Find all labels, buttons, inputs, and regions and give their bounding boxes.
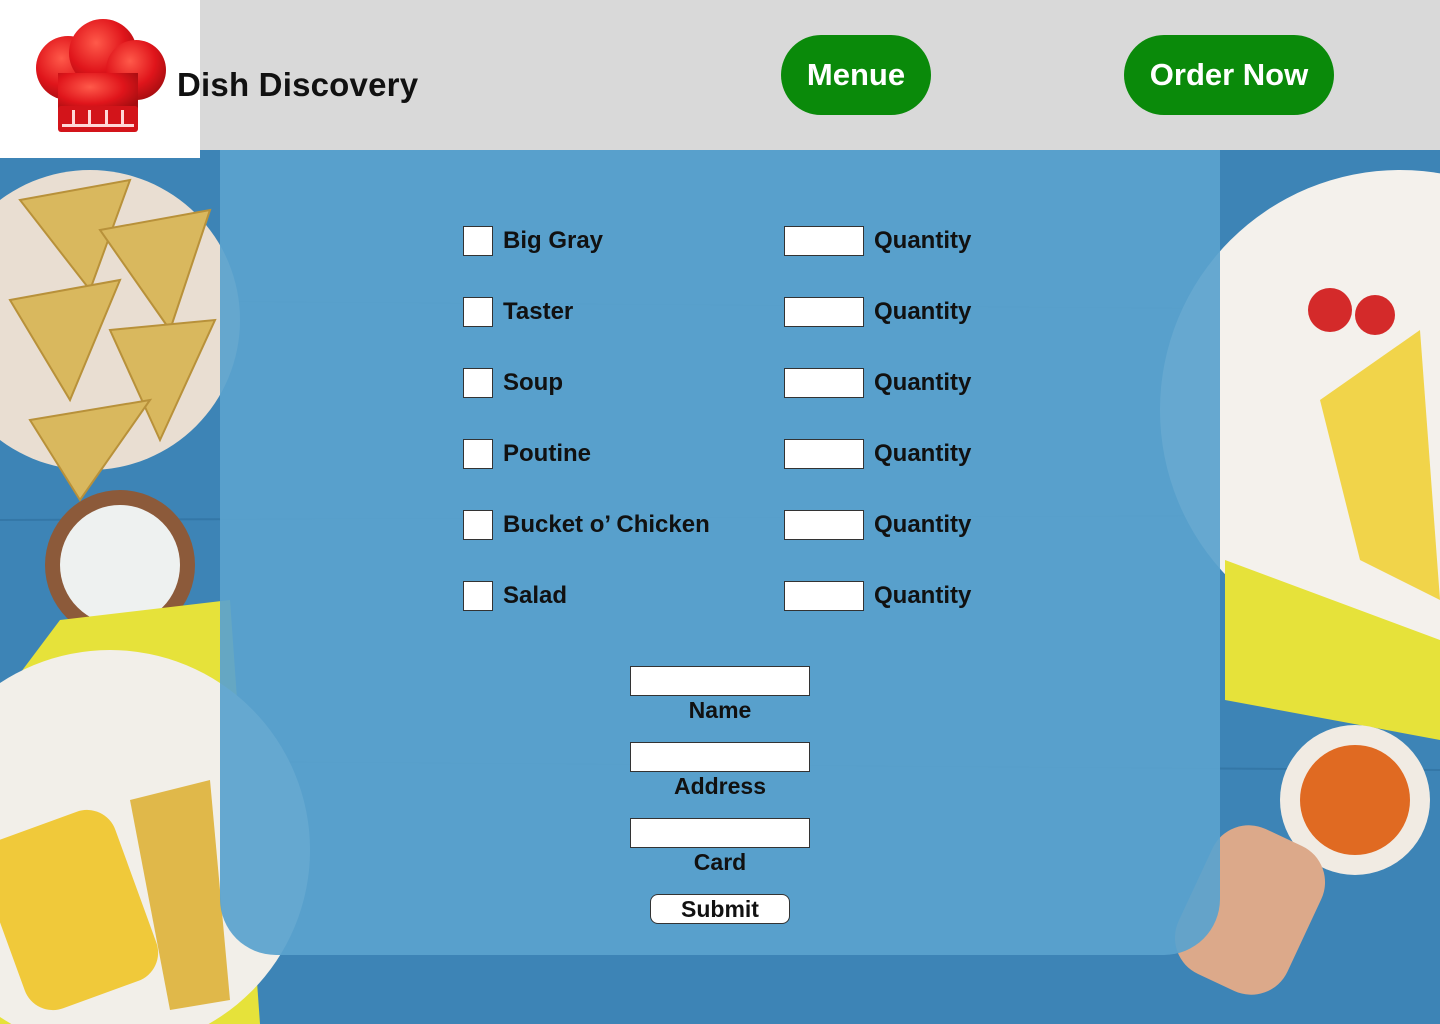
card-field[interactable] [630, 818, 810, 848]
item-checkbox-taster[interactable] [463, 297, 493, 327]
item-label: Taster [503, 298, 574, 325]
quantity-input[interactable] [784, 297, 864, 327]
name-field[interactable] [630, 666, 810, 696]
submit-button[interactable]: Submit [650, 894, 790, 924]
address-field[interactable] [630, 742, 810, 772]
item-label: Salad [503, 582, 568, 609]
menu-button[interactable]: Menue [781, 35, 931, 115]
item-label: Poutine [503, 440, 591, 467]
quantity-label: Quantity [874, 298, 972, 325]
quantity-label: Quantity [874, 511, 972, 538]
name-label: Name [688, 697, 752, 723]
menu-item-row: Taster Quantity [463, 296, 1003, 328]
item-label: Soup [503, 369, 563, 396]
item-checkbox-soup[interactable] [463, 368, 493, 398]
brand-name: Dish Discovery [177, 66, 419, 103]
address-label: Address [673, 773, 767, 799]
menu-item-row: Soup Quantity [463, 367, 1003, 399]
quantity-input[interactable] [784, 581, 864, 611]
item-label: Bucket o’ Chicken [503, 511, 710, 538]
item-checkbox-bucket-o-chicken[interactable] [463, 510, 493, 540]
logo[interactable] [0, 0, 200, 158]
menu-item-row: Poutine Quantity [463, 438, 1003, 470]
item-checkbox-poutine[interactable] [463, 439, 493, 469]
chef-hat-icon [36, 19, 166, 132]
menu-item-row: Salad Quantity [463, 580, 1003, 612]
quantity-label: Quantity [874, 440, 972, 467]
order-now-button[interactable]: Order Now [1124, 35, 1334, 115]
quantity-label: Quantity [874, 582, 972, 609]
menu-item-row: Bucket o’ Chicken Quantity [463, 509, 1003, 541]
quantity-input[interactable] [784, 226, 864, 256]
quantity-input[interactable] [784, 368, 864, 398]
quantity-label: Quantity [874, 227, 972, 254]
order-form-panel: Big Gray Quantity Taster Quantity Soup Q… [220, 150, 1220, 955]
quantity-label: Quantity [874, 369, 972, 396]
card-label: Card [693, 849, 747, 875]
item-label: Big Gray [503, 227, 604, 254]
site-header: Dish Discovery Menue Order Now [0, 0, 1440, 158]
quantity-input[interactable] [784, 510, 864, 540]
item-checkbox-big-gray[interactable] [463, 226, 493, 256]
item-checkbox-salad[interactable] [463, 581, 493, 611]
menu-item-row: Big Gray Quantity [463, 225, 1003, 257]
quantity-input[interactable] [784, 439, 864, 469]
